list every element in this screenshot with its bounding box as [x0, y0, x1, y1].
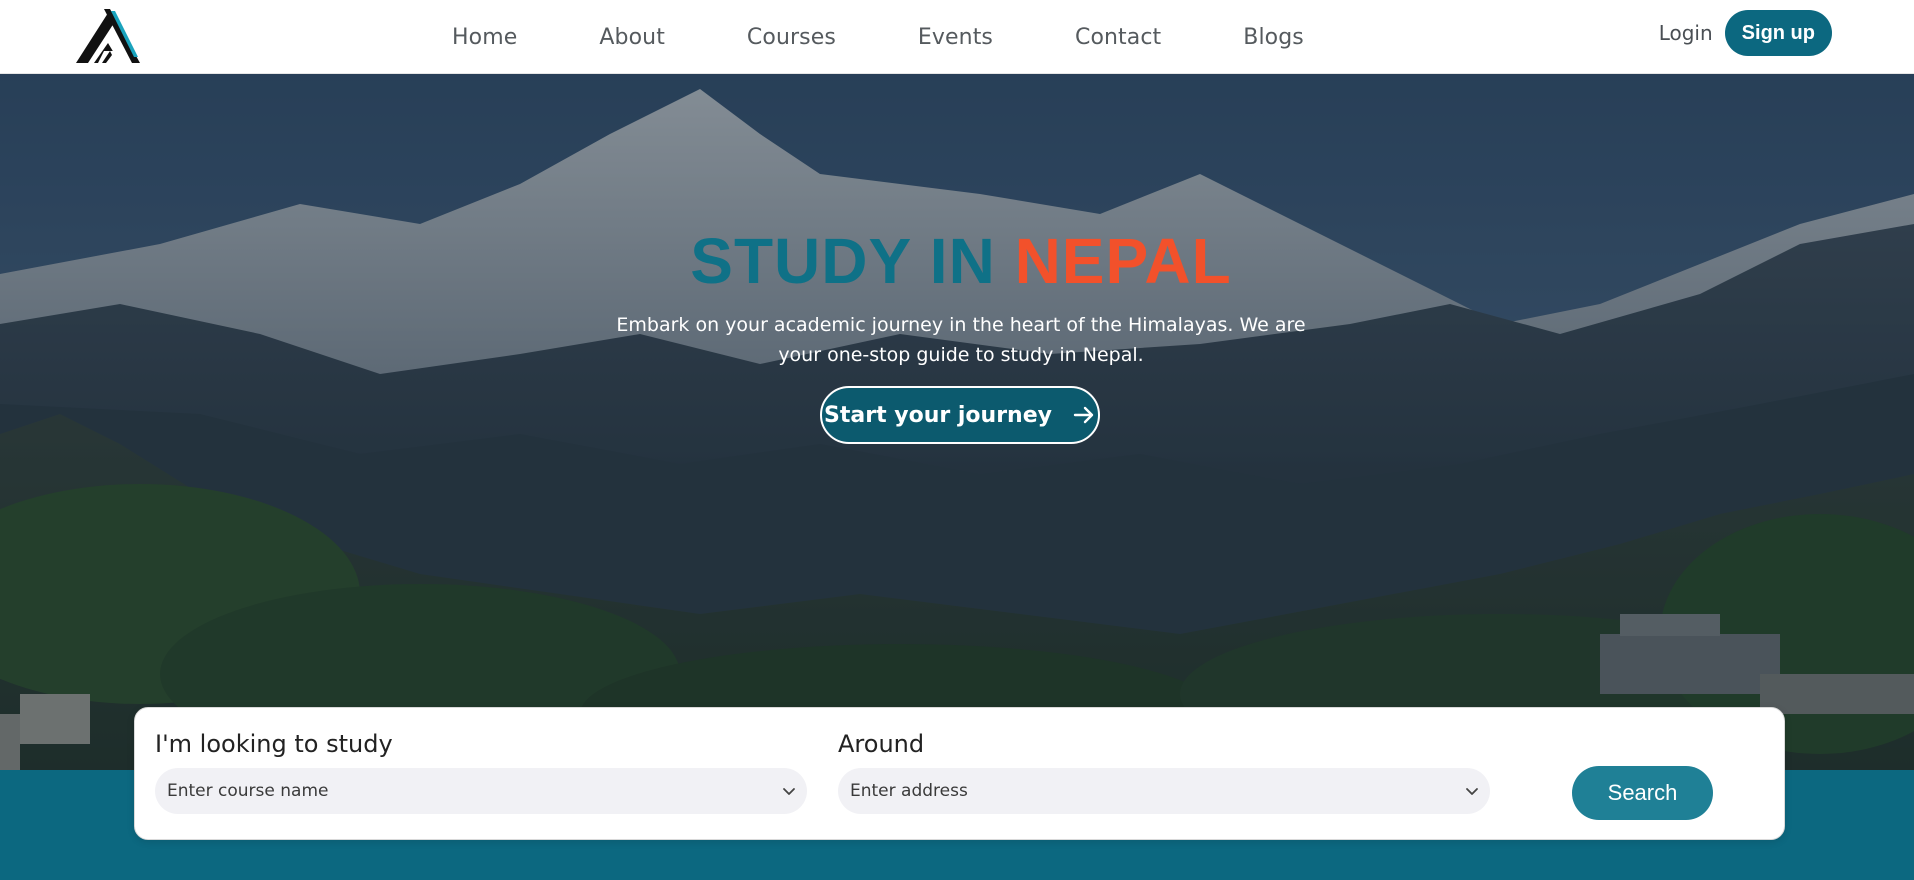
nav-courses[interactable]: Courses: [747, 25, 836, 50]
hero-title-part2: NEPAL: [1014, 225, 1232, 297]
arrow-right-icon: [1073, 406, 1094, 424]
chevron-down-icon: [1466, 788, 1478, 795]
main-nav: Home About Courses Events Contact Blogs: [452, 0, 1304, 74]
study-label: I'm looking to study: [155, 730, 393, 758]
triangle-logo[interactable]: [74, 9, 140, 65]
nav-home[interactable]: Home: [452, 25, 517, 50]
nav-about[interactable]: About: [599, 25, 665, 50]
hero-description: Embark on your academic journey in the h…: [616, 314, 1306, 366]
start-journey-label: Start your journey: [824, 402, 1052, 428]
address-select-placeholder: Enter address: [850, 781, 968, 801]
nav-contact[interactable]: Contact: [1075, 25, 1161, 50]
start-journey-button[interactable]: Start your journey: [820, 386, 1100, 444]
hero-section: STUDY IN NEPAL Embark on your academic j…: [0, 74, 1914, 770]
chevron-down-icon: [783, 788, 795, 795]
hero-title: STUDY IN NEPAL: [0, 224, 1914, 298]
address-select[interactable]: Enter address: [838, 768, 1490, 814]
hero-title-part1: STUDY IN: [690, 225, 996, 297]
site-header: Home About Courses Events Contact Blogs …: [0, 0, 1914, 74]
signup-button[interactable]: Sign up: [1724, 10, 1832, 56]
around-label: Around: [838, 730, 925, 758]
search-button[interactable]: Search: [1572, 766, 1713, 820]
nav-blogs[interactable]: Blogs: [1243, 25, 1304, 50]
course-select[interactable]: Enter course name: [155, 768, 807, 814]
search-card: I'm looking to study Enter course name A…: [134, 707, 1785, 840]
auth-area: Login Sign up: [1659, 10, 1832, 56]
course-select-placeholder: Enter course name: [167, 781, 329, 801]
nav-events[interactable]: Events: [918, 25, 993, 50]
login-link[interactable]: Login: [1659, 21, 1713, 45]
